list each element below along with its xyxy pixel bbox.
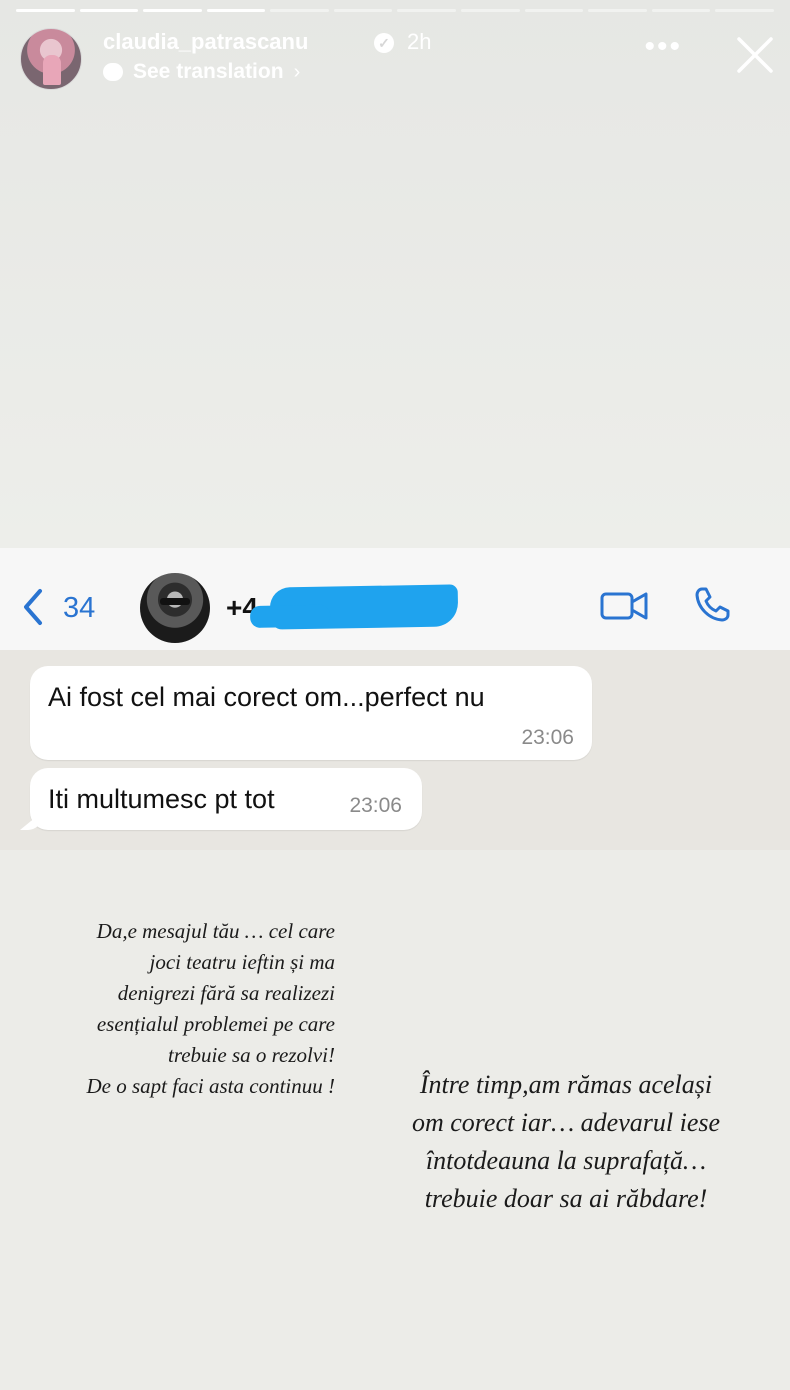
message-time: 23:06 — [521, 726, 574, 749]
post-time: 2h — [407, 29, 432, 54]
progress-segment — [588, 9, 647, 12]
message-bubble[interactable]: Iti multumesc pt tot 23:06 — [30, 768, 422, 830]
unread-count[interactable]: 34 — [63, 592, 95, 625]
chat-header: 34 +4 — [0, 548, 790, 651]
message-bubble[interactable]: Ai fost cel mai corect om...perfect nu 2… — [30, 666, 592, 760]
progress-segment — [333, 9, 393, 12]
story-caption-left: Da,e mesajul tău … cel care joci teatru … — [30, 916, 335, 1102]
username[interactable]: claudia_patrascanu — [103, 29, 308, 55]
caption-line: trebuie sa o rezolvi! — [168, 1043, 335, 1067]
progress-segment — [715, 9, 774, 12]
contact-avatar[interactable] — [140, 573, 210, 643]
progress-segment — [79, 9, 139, 12]
caption-line: denigrezi fără sa realizezi — [117, 981, 335, 1005]
progress-segment — [16, 9, 75, 12]
phone-call-icon[interactable] — [693, 586, 731, 624]
caption-line: Da,e mesajul tău … cel care — [96, 919, 335, 943]
message-time: 23:06 — [349, 794, 402, 817]
caption-line: om corect iar… adevarul iese — [411, 1108, 721, 1137]
progress-segment — [461, 9, 520, 12]
caption-line: Între timp,am rămas același — [419, 1070, 713, 1099]
video-call-icon[interactable] — [600, 589, 650, 623]
caption-line: trebuie doar sa ai răbdare! — [424, 1184, 708, 1213]
progress-segment — [206, 9, 266, 12]
chevron-right-icon: › — [293, 60, 301, 83]
progress-segment — [143, 9, 202, 12]
redaction-scribble — [269, 584, 459, 630]
caption-line: esențialul problemei pe care — [96, 1012, 335, 1036]
profile-avatar[interactable] — [20, 28, 82, 90]
translate-icon — [103, 63, 123, 81]
verified-badge-icon: ✓ — [374, 33, 394, 53]
story-header: claudia_patrascanu ✓ 2h See translation … — [20, 26, 774, 90]
message-text: Ai fost cel mai corect om...perfect nu — [48, 682, 485, 712]
progress-segment — [397, 9, 457, 12]
caption-line: întotdeauna la suprafață… — [425, 1146, 707, 1175]
chat-messages: Ai fost cel mai corect om...perfect nu 2… — [0, 650, 790, 850]
message-text: Iti multumesc pt tot — [48, 784, 275, 814]
see-translation-label: See translation — [133, 60, 284, 83]
progress-segment — [651, 9, 711, 12]
story-progress-bar — [16, 9, 774, 12]
back-chevron-icon[interactable] — [22, 588, 44, 626]
close-icon[interactable] — [736, 36, 774, 74]
more-options-icon[interactable]: ••• — [644, 30, 682, 64]
see-translation-link[interactable]: See translation › — [103, 60, 300, 84]
story-background: claudia_patrascanu ✓ 2h See translation … — [0, 0, 790, 548]
progress-segment — [524, 9, 584, 12]
caption-line: joci teatru ieftin și ma — [149, 950, 335, 974]
story-caption-right: Între timp,am rămas același om corect ia… — [380, 1066, 752, 1218]
progress-segment — [270, 9, 329, 12]
caption-line: De o sapt faci asta continuu ! — [86, 1074, 335, 1098]
